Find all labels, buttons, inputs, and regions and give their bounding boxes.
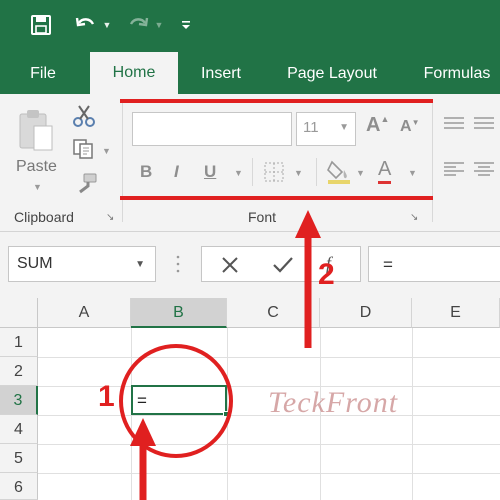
customize-qat-icon[interactable] [178, 12, 194, 38]
redo-dropdown-icon[interactable]: ▼ [152, 12, 166, 38]
fill-color-icon[interactable] [326, 158, 352, 184]
group-divider [122, 102, 123, 222]
font-group-label: Font [248, 209, 277, 225]
formula-input-value: = [383, 255, 393, 274]
font-color-dropdown-icon[interactable]: ▼ [408, 168, 417, 178]
bold-button[interactable]: B [140, 162, 152, 182]
align-left-icon[interactable] [444, 162, 464, 176]
row-header-5[interactable]: 5 [0, 444, 38, 473]
undo-dropdown-icon[interactable]: ▼ [100, 12, 114, 38]
row-header-4[interactable]: 4 [0, 415, 38, 444]
font-size-dropdown-icon[interactable]: ▼ [339, 122, 349, 133]
row-header-3[interactable]: 3 [0, 386, 38, 415]
name-box-dropdown-icon[interactable]: ▼ [135, 259, 145, 270]
grow-font-button[interactable]: A▲ [366, 114, 389, 137]
check-icon[interactable] [272, 255, 294, 275]
align-center-icon[interactable] [474, 162, 494, 176]
tab-formulas[interactable]: Formulas [410, 54, 500, 94]
annotation-line [120, 99, 433, 103]
column-header-b[interactable]: B [131, 298, 227, 328]
annotation-label-2: 2 [318, 258, 335, 291]
copy-icon[interactable] [72, 138, 96, 160]
paste-dropdown-icon[interactable]: ▼ [33, 182, 42, 192]
row-header-1[interactable]: 1 [0, 328, 38, 357]
fill-handle[interactable] [223, 411, 229, 417]
cut-icon[interactable] [72, 104, 96, 128]
clipboard-group-label: Clipboard [14, 209, 74, 225]
format-painter-icon[interactable] [74, 172, 98, 196]
underline-button[interactable]: U [204, 162, 216, 182]
align-middle-icon[interactable] [474, 116, 494, 129]
fill-color-dropdown-icon[interactable]: ▼ [356, 168, 365, 178]
row-header-2[interactable]: 2 [0, 357, 38, 386]
font-color-button[interactable]: A [378, 158, 392, 184]
formula-buttons: f [201, 246, 361, 282]
tab-home[interactable]: Home [90, 52, 178, 94]
title-bar: ▼ ▼ [0, 0, 500, 54]
font-size-box[interactable]: 11 ▼ [296, 112, 356, 146]
annotation-line [120, 196, 433, 200]
borders-dropdown-icon[interactable]: ▼ [294, 168, 303, 178]
paste-label[interactable]: Paste [16, 158, 57, 176]
underline-dropdown-icon[interactable]: ▼ [234, 168, 243, 178]
annotation-label-1: 1 [98, 380, 115, 413]
column-header-d[interactable]: D [320, 298, 412, 328]
divider [316, 158, 317, 186]
grid-line [412, 328, 413, 500]
excel-window: ▼ ▼ File Home Insert Page Layout Formula… [0, 0, 500, 500]
grid-line [38, 473, 500, 474]
watermark: TeckFront [268, 386, 399, 419]
group-divider [432, 102, 433, 222]
row-header-6[interactable]: 6 [0, 473, 38, 500]
column-header-c[interactable]: C [227, 298, 320, 328]
font-launcher-icon[interactable]: ↘ [410, 212, 418, 223]
grid-line [38, 357, 500, 358]
save-icon[interactable] [26, 12, 56, 38]
cancel-icon[interactable] [220, 255, 240, 275]
active-cell-value: = [137, 391, 147, 410]
undo-icon[interactable] [72, 12, 100, 38]
tab-file[interactable]: File [18, 54, 68, 94]
align-top-icon[interactable] [444, 116, 464, 129]
name-box[interactable]: SUM ▼ [8, 246, 156, 282]
tab-insert[interactable]: Insert [188, 54, 254, 94]
ribbon-tabs: File Home Insert Page Layout Formulas [0, 52, 500, 94]
ribbon: Paste ▼ ▼ Clipboard ↘ 11 ▼ A▲ A▼ B I U ▼ [0, 94, 500, 232]
italic-button[interactable]: I [174, 162, 179, 182]
tab-page-layout[interactable]: Page Layout [270, 54, 394, 94]
formula-bar-grip-icon [176, 254, 180, 274]
copy-dropdown-icon[interactable]: ▼ [102, 146, 111, 156]
spreadsheet-grid: A B C D E 1 2 3 4 5 6 TeckFront = [0, 298, 500, 500]
column-header-a[interactable]: A [38, 298, 131, 328]
grid-line [38, 444, 500, 445]
redo-icon[interactable] [124, 12, 152, 38]
font-size-value: 11 [303, 119, 319, 136]
column-header-e[interactable]: E [412, 298, 500, 328]
paste-icon[interactable] [16, 108, 56, 152]
font-name-box[interactable] [132, 112, 292, 146]
active-cell-b3[interactable]: = [131, 385, 229, 417]
select-all-corner[interactable] [0, 298, 38, 328]
borders-icon[interactable] [264, 162, 284, 182]
clipboard-launcher-icon[interactable]: ↘ [106, 212, 114, 223]
formula-input[interactable]: = [368, 246, 500, 282]
shrink-font-button[interactable]: A▼ [400, 118, 419, 136]
name-box-value: SUM [17, 255, 53, 272]
divider [252, 158, 253, 186]
formula-bar: SUM ▼ f = [0, 232, 500, 298]
